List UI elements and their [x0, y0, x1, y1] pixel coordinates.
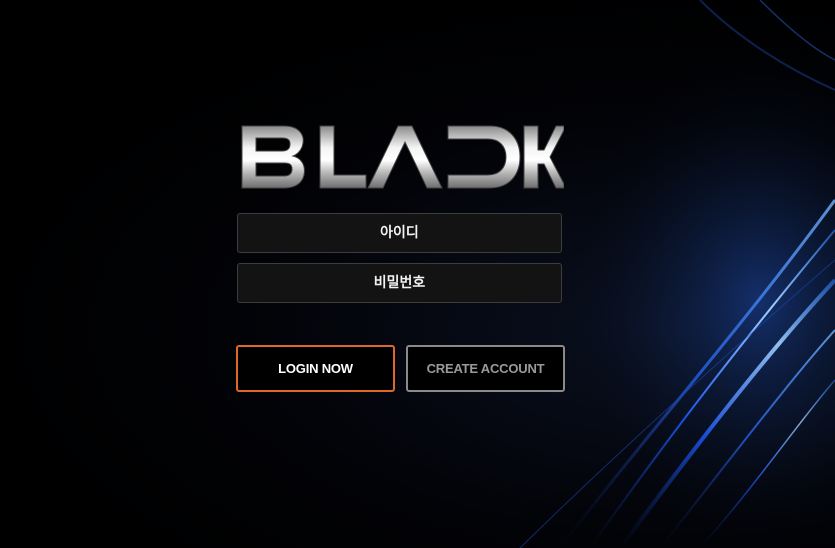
- login-button[interactable]: LOGIN NOW: [236, 345, 395, 392]
- login-page: LOGIN NOW CREATE ACCOUNT: [0, 0, 835, 548]
- id-input[interactable]: [237, 213, 562, 253]
- create-account-button[interactable]: CREATE ACCOUNT: [406, 345, 565, 392]
- password-input[interactable]: [237, 263, 562, 303]
- black-logo: [241, 125, 564, 189]
